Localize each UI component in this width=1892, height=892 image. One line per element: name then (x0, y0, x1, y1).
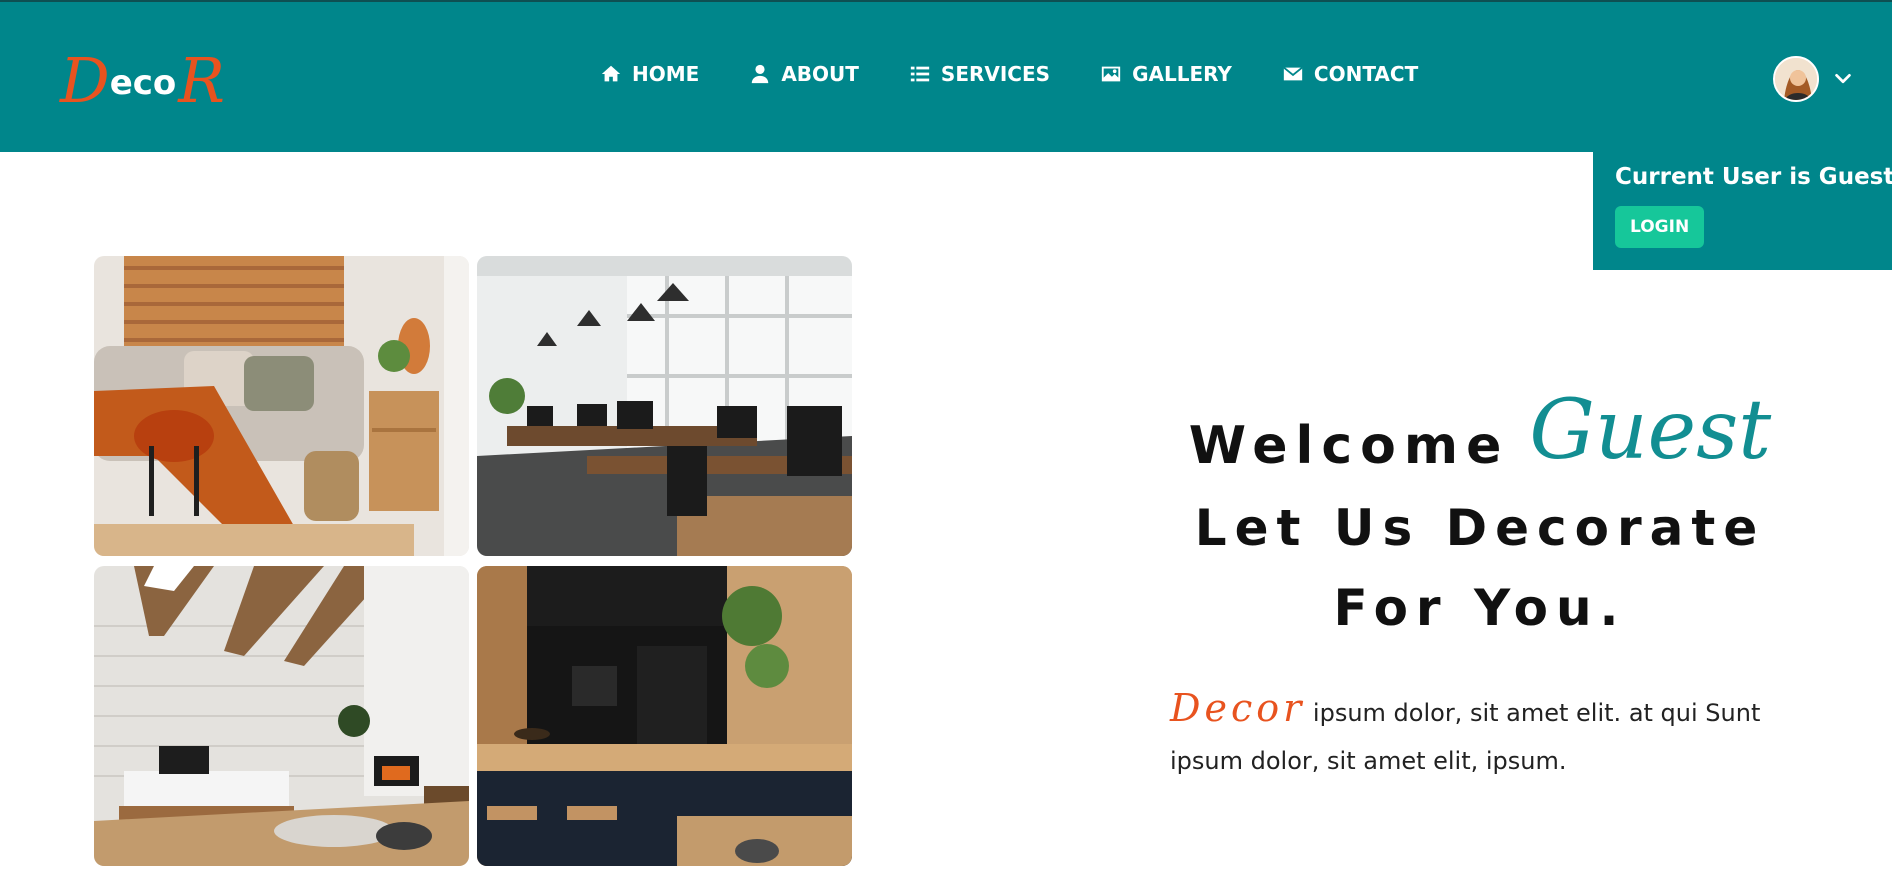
tagline-line-2: For You. (1333, 579, 1627, 637)
nav-about[interactable]: ABOUT (749, 62, 859, 86)
envelope-icon (1283, 66, 1303, 81)
user-name: Guest (1529, 383, 1772, 478)
gallery-image-kitchen (477, 566, 852, 866)
welcome-heading: Welcome Guest (1170, 366, 1790, 478)
nav-contact[interactable]: CONTACT (1282, 62, 1418, 86)
navbar: D eco R HOME ABOUT SERVICES GALLERY CONT… (0, 2, 1892, 152)
gallery-image-office (477, 256, 852, 556)
nav-gallery-label: GALLERY (1132, 62, 1232, 86)
chevron-down-icon[interactable] (1832, 68, 1854, 90)
user-dropdown: Current User is Guest LOGIN (1593, 152, 1892, 270)
nav-home-label: HOME (632, 62, 700, 86)
logo-final: R (178, 44, 225, 117)
tagline-line-1: Let Us Decorate (1194, 499, 1766, 557)
main-nav: HOME ABOUT SERVICES GALLERY CONTACT (600, 62, 1468, 86)
login-button[interactable]: LOGIN (1615, 206, 1705, 248)
user-avatar[interactable] (1773, 56, 1819, 102)
logo-initial: D (60, 44, 110, 117)
welcome-text: Welcome (1188, 416, 1510, 476)
hero-section: Welcome Guest Let Us Decorate For You. D… (1170, 366, 1790, 785)
nav-gallery[interactable]: GALLERY (1100, 62, 1232, 86)
nav-contact-label: CONTACT (1313, 62, 1419, 86)
home-icon (601, 65, 621, 82)
current-user-text: Current User is Guest (1615, 164, 1892, 190)
nav-services[interactable]: SERVICES (909, 62, 1050, 86)
nav-home[interactable]: HOME (600, 62, 699, 86)
image-icon (1101, 66, 1121, 82)
nav-services-label: SERVICES (940, 62, 1051, 86)
brand-word: Decor (1170, 686, 1306, 730)
nav-about-label: ABOUT (781, 62, 859, 86)
hero-description: Decor ipsum dolor, sit amet elit. at qui… (1170, 684, 1770, 785)
gallery-image-living-room (94, 256, 469, 556)
logo-middle: eco (109, 63, 177, 103)
list-icon (910, 66, 930, 82)
user-icon (752, 64, 769, 84)
gallery-image-attic-bedroom (94, 566, 469, 866)
image-gallery (94, 256, 854, 867)
tagline: Let Us Decorate For You. (1170, 488, 1790, 648)
brand-logo[interactable]: D eco R (60, 42, 225, 117)
